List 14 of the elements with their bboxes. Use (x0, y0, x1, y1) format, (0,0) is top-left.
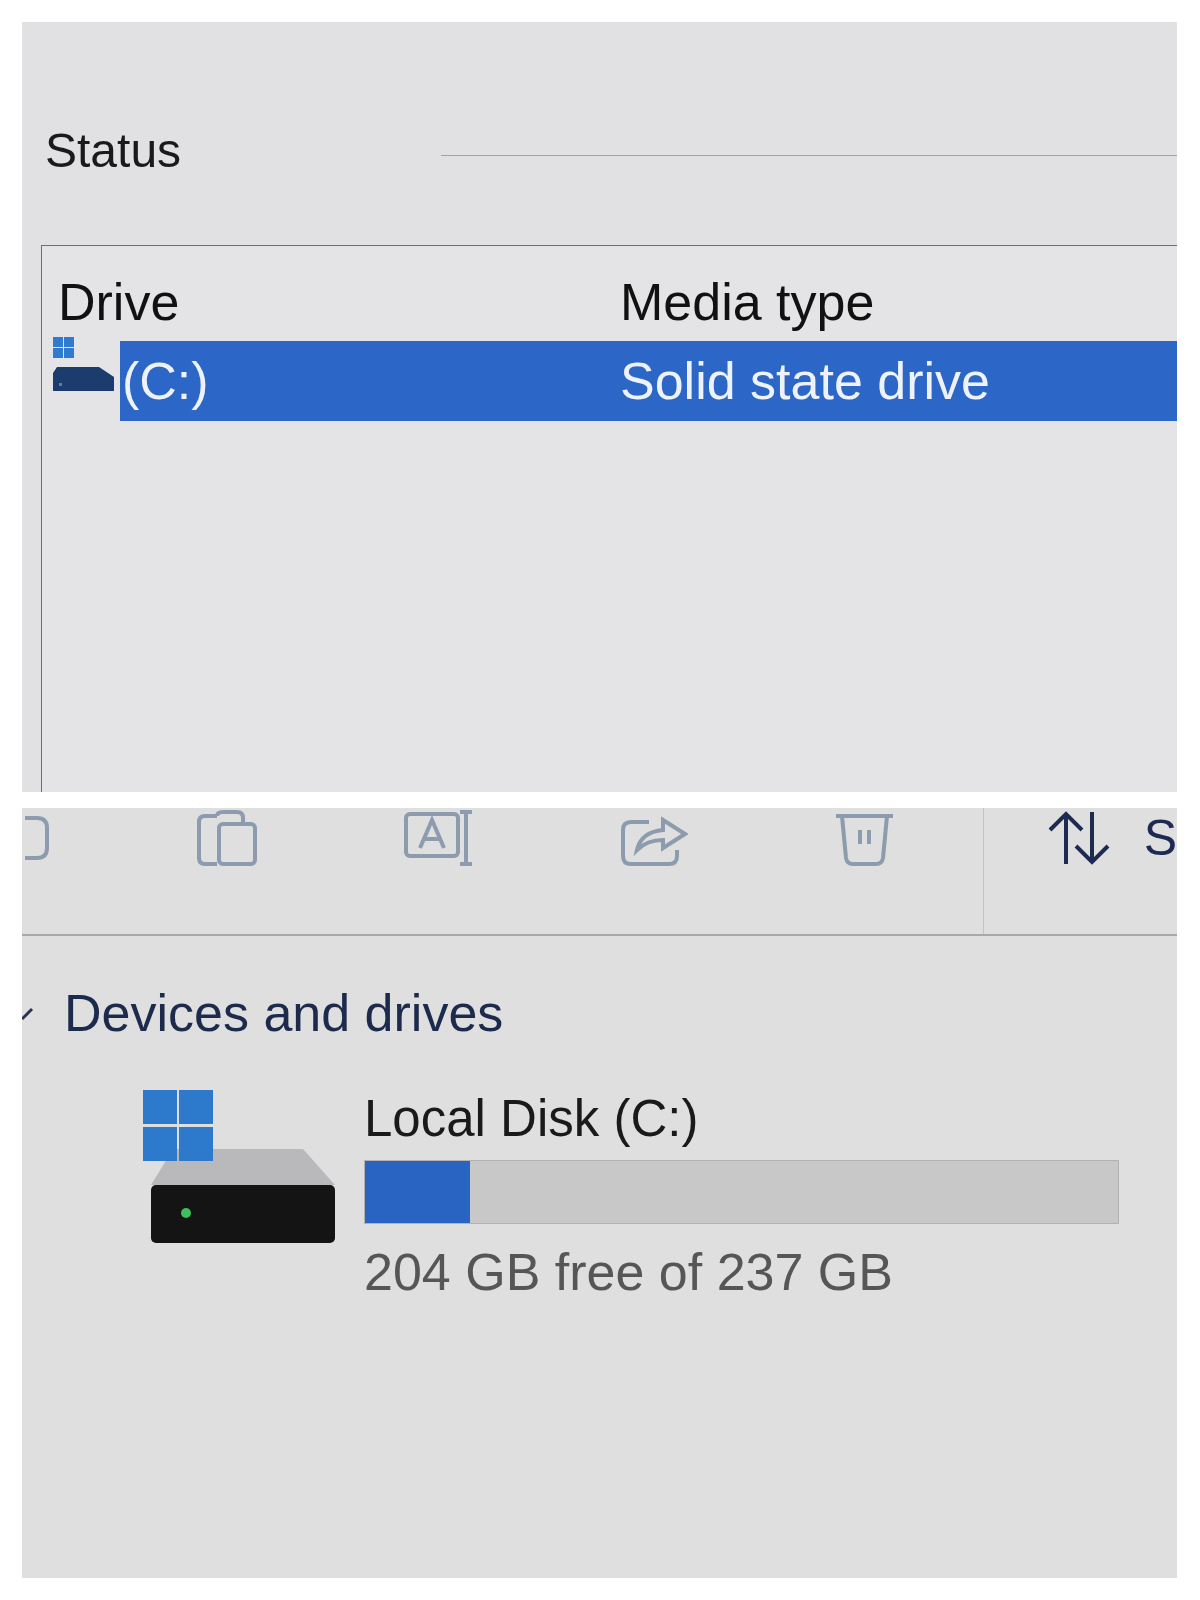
table-cell-text: Solid state drive (620, 351, 991, 412)
drive-icon (143, 1090, 337, 1245)
copy-icon (197, 810, 258, 866)
free-space-text: 204 GB free of 237 GB (364, 1242, 893, 1302)
sort-button[interactable]: S (1045, 808, 1177, 868)
table-cell-text: (C:) (121, 351, 210, 412)
section-title: Devices and drives (64, 983, 504, 1044)
column-header[interactable]: Drive (58, 273, 180, 331)
drive-name[interactable]: Local Disk (C:) (364, 1090, 699, 1148)
table-row[interactable]: (C:) Solid state drive (120, 341, 1177, 421)
column-header[interactable]: Media type (620, 273, 875, 331)
section-heading: Status (45, 123, 182, 179)
rename-icon (404, 810, 475, 866)
drive-icon (53, 337, 114, 391)
